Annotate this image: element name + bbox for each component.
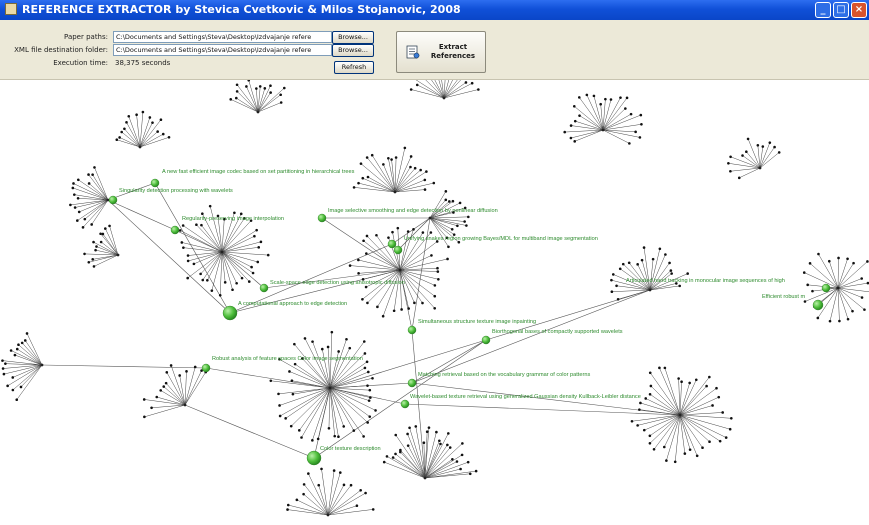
citation-edge: [411, 217, 431, 331]
extract-references-button[interactable]: Extract References: [396, 31, 486, 73]
paper-node[interactable]: [108, 195, 118, 205]
paper-label: Matching retrieval based on the vocabula…: [418, 372, 590, 378]
reference-cluster: [69, 166, 110, 229]
extract-icon: [406, 45, 420, 59]
paper-label: A computational approach to edge detecti…: [238, 301, 347, 307]
citation-edge: [205, 367, 331, 389]
paper-node[interactable]: [387, 239, 397, 249]
browse-paper-button[interactable]: Browse...: [332, 31, 374, 44]
reference-cluster: [115, 110, 171, 149]
citation-edge: [41, 364, 207, 369]
citation-graph[interactable]: A new fast efficient image codec based o…: [0, 80, 869, 525]
paper-label: Singularity detection processing with wa…: [119, 188, 233, 194]
paper-label: Unifying snakes region growing Bayes/MDL…: [404, 236, 598, 242]
browse-xml-button[interactable]: Browse...: [332, 44, 374, 57]
reference-cluster: [563, 93, 643, 145]
refresh-button[interactable]: Refresh: [334, 61, 374, 74]
window-title: REFERENCE EXTRACTOR by Stevica Cvetkovic…: [22, 3, 461, 16]
xml-folder-label: XML file destination folder:: [14, 46, 108, 54]
paper-node[interactable]: [407, 325, 417, 335]
maximize-button[interactable]: □: [833, 2, 849, 18]
paper-label: Regularity-preserving image interpolatio…: [182, 216, 284, 222]
paper-node[interactable]: [201, 363, 211, 373]
reference-cluster: [229, 80, 286, 114]
paper-paths-field[interactable]: C:\Documents and Settings\Steva\Desktop\…: [113, 31, 332, 43]
extract-button-label: Extract References: [430, 43, 476, 60]
paper-node[interactable]: [170, 225, 180, 235]
paper-node[interactable]: [400, 399, 410, 409]
paper-label: Image selective smoothing and edge detec…: [328, 208, 498, 214]
paper-node[interactable]: [481, 335, 491, 345]
reference-cluster: [269, 330, 377, 442]
reference-cluster: [382, 425, 478, 480]
citation-edge: [397, 217, 431, 251]
execution-time-value: 38,375 seconds: [115, 59, 171, 67]
citation-edge: [221, 251, 265, 289]
reference-cluster: [83, 224, 120, 268]
citation-edge: [411, 329, 426, 479]
paper-label: Articulated hand tracking in monocular i…: [626, 278, 785, 284]
paper-label: Biorthogonal bases of compactly supporte…: [492, 329, 623, 335]
xml-folder-field[interactable]: C:\Documents and Settings\Steva\Desktop\…: [113, 44, 332, 56]
paper-label: Color texture description: [320, 446, 381, 452]
paper-label: Scale-space edge detection using anisotr…: [270, 280, 405, 286]
paper-node[interactable]: [317, 213, 327, 223]
graph-labels: A new fast efficient image codec based o…: [119, 169, 805, 452]
paper-label: A new fast efficient image codec based o…: [162, 169, 355, 175]
execution-time-label: Execution time:: [53, 59, 108, 67]
paper-node[interactable]: [812, 299, 824, 311]
citation-edge: [174, 229, 223, 253]
close-button[interactable]: ×: [851, 2, 867, 18]
app-icon: [5, 3, 17, 15]
citation-edge: [107, 199, 176, 231]
window-titlebar: REFERENCE EXTRACTOR by Stevica Cvetkovic…: [0, 0, 869, 20]
paper-label: Simultaneous structure texture image inp…: [418, 319, 536, 325]
paper-node[interactable]: [306, 450, 322, 466]
reference-cluster: [802, 252, 869, 323]
paper-node[interactable]: [821, 283, 831, 293]
paper-node[interactable]: [150, 178, 160, 188]
citation-edge: [411, 289, 651, 384]
reference-cluster: [286, 467, 375, 517]
paper-label: Wavelet-based texture retrieval using ge…: [410, 394, 641, 400]
reference-cluster: [409, 80, 480, 100]
graph-hubs: [1, 80, 869, 517]
paper-node[interactable]: [407, 378, 417, 388]
reference-cluster: [352, 146, 436, 194]
paper-paths-label: Paper paths:: [64, 33, 108, 41]
control-panel: Paper paths: C:\Documents and Settings\S…: [0, 20, 869, 80]
minimize-button[interactable]: _: [815, 2, 831, 18]
citation-edge: [184, 404, 315, 459]
reference-cluster: [1, 332, 44, 402]
paper-label: Efficient robust m: [762, 294, 805, 300]
paper-label: Robust analysis of feature spaces Color …: [212, 356, 363, 362]
reference-cluster: [610, 246, 689, 301]
paper-node[interactable]: [222, 305, 238, 321]
reference-cluster: [727, 137, 781, 180]
citation-edge: [329, 339, 487, 389]
reference-cluster: [630, 366, 733, 464]
paper-node[interactable]: [259, 283, 269, 293]
paper-node[interactable]: [393, 245, 403, 255]
